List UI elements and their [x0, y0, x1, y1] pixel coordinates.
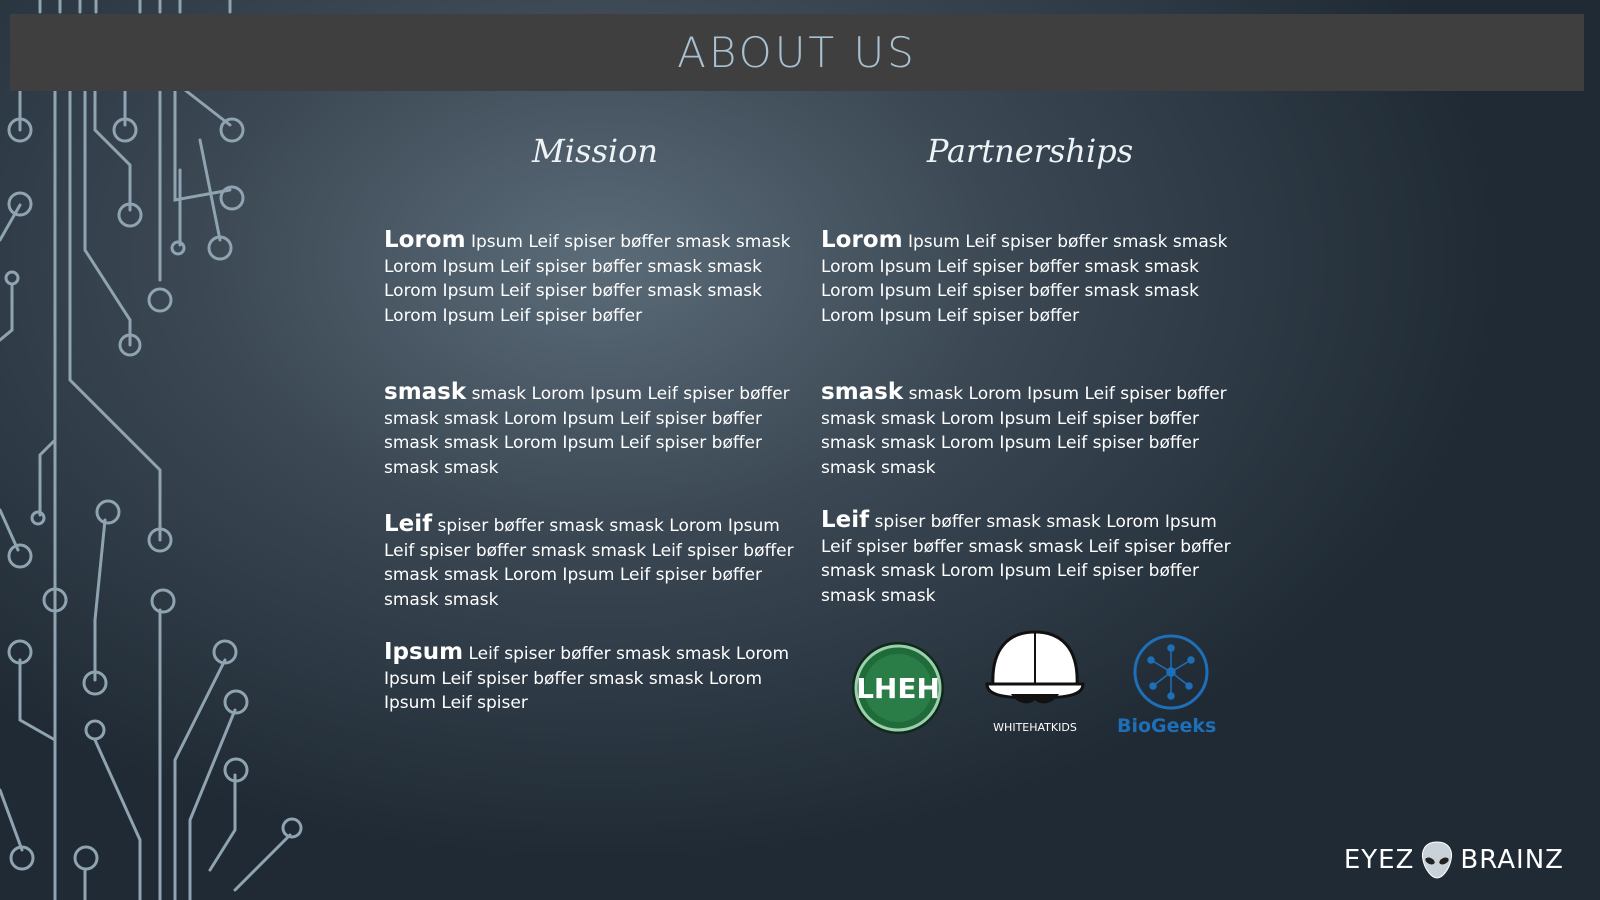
paragraph-lead: smask	[384, 379, 467, 405]
biogeeks-logo: BioGeeks	[1115, 634, 1235, 737]
paragraph-lead: smask	[821, 379, 904, 405]
paragraph-lead: Ipsum	[384, 639, 464, 665]
biogeeks-label: BioGeeks	[1117, 715, 1217, 737]
partnerships-paragraph: smask smask Lorom Ipsum Leif spiser bøff…	[821, 380, 1241, 480]
title-bar: ABOUT US	[10, 14, 1584, 91]
paragraph-text: spiser bøffer smask smask Lorom Ipsum Le…	[821, 512, 1231, 606]
paragraph-text: spiser bøffer smask smask Lorom Ipsum Le…	[384, 516, 794, 610]
partnerships-paragraph: Lorom Ipsum Leif spiser bøffer smask sma…	[821, 228, 1241, 328]
paragraph-lead: Lorom	[821, 227, 903, 253]
whitehatkids-label: WHITEHATKIDS	[993, 721, 1077, 734]
whitehatkids-logo: WHITEHATKIDS	[985, 628, 1085, 738]
paragraph-lead: Leif	[384, 511, 433, 537]
mission-paragraph: Lorom Ipsum Leif spiser bøffer smask sma…	[384, 228, 804, 328]
lheh-logo-text: LHEH	[856, 672, 940, 705]
partnerships-heading: Partnerships	[926, 132, 1134, 170]
circuit-decoration	[0, 0, 303, 900]
brand-left: EYEZ	[1343, 845, 1415, 875]
page-title: ABOUT US	[677, 28, 917, 77]
alien-head-icon	[1422, 841, 1453, 879]
mission-heading: Mission	[532, 132, 658, 170]
paragraph-lead: Lorom	[384, 227, 466, 253]
mission-paragraph: Leif spiser bøffer smask smask Lorom Ips…	[384, 512, 804, 612]
partnerships-paragraph: Leif spiser bøffer smask smask Lorom Ips…	[821, 508, 1241, 608]
lheh-logo: LHEH	[850, 640, 946, 736]
brand-logo: EYEZ BRAINZ	[1344, 840, 1564, 880]
mission-paragraph: Ipsum Leif spiser bøffer smask smask Lor…	[384, 640, 804, 716]
paragraph-lead: Leif	[821, 507, 870, 533]
brand-right: BRAINZ	[1460, 845, 1564, 875]
mission-paragraph: smask smask Lorom Ipsum Leif spiser bøff…	[384, 380, 804, 480]
